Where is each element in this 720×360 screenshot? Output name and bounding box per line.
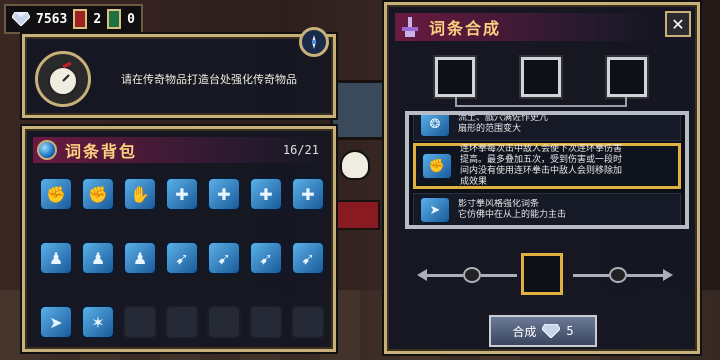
gauntlet-icon: ✋ <box>130 184 150 204</box>
affix-bag-panel: 词条背包 16/21 ✊ ✊ ✋ ✚ ✚ ✚ ✚ ♟ ♟ ♟ ➹ ➹ ➹ ➹ ➤ ✶ <box>22 126 336 352</box>
affix-bag-header: 词条背包 <box>33 137 325 163</box>
affix-slot[interactable]: ✚ <box>291 177 325 211</box>
dash-icon: ➤ <box>49 312 63 332</box>
break-icon: ✶ <box>91 312 105 332</box>
bunny-fist-icon: ✊ <box>422 153 452 179</box>
affix-slot[interactable]: ✊ <box>39 177 73 211</box>
dash-icon: ➤ <box>420 197 450 223</box>
affix-slot[interactable]: ➹ <box>165 241 199 275</box>
affix-slot[interactable]: ✚ <box>207 177 241 211</box>
affix-synthesis-panel: 词条合成 ✕ ❂ 流土、戲穴满佐作吏亢 扇形的范围变大 ✊ 连环拳每次击中敌人会… <box>384 2 700 354</box>
affix-slot[interactable]: ➹ <box>249 241 283 275</box>
synthesize-label: 合成 <box>512 324 537 339</box>
quest-panel: 请在传奇物品打造台处强化传奇物品 <box>22 27 336 118</box>
affix-slot[interactable]: ♟ <box>123 241 157 275</box>
kick-icon: ➹ <box>259 248 273 268</box>
affix-slot[interactable]: ✚ <box>249 177 283 211</box>
gem-icon <box>12 12 30 26</box>
affix-text: 连环拳每次击中敌人会使下次连环拳伤害 提高。最多叠加五次，受到伤害或一段时 间内… <box>460 144 623 187</box>
background-shelf <box>330 80 390 140</box>
affix-slot[interactable]: ♟ <box>81 241 115 275</box>
fist-plus-icon: ✚ <box>175 184 189 204</box>
affix-bag-count: 16/21 <box>282 143 319 157</box>
empty-affix-slot[interactable] <box>123 305 157 339</box>
figure-icon: ♟ <box>48 248 64 268</box>
synthesis-input-slot-1[interactable] <box>435 57 475 97</box>
resource-bar: 7563 2 0 <box>4 4 143 34</box>
figure-icon: ♟ <box>132 248 148 268</box>
kick-icon: ➹ <box>301 248 315 268</box>
affix-item[interactable]: ➤ 影寸拳风格强化词条 它仿佛中在从上的能力主击 <box>413 193 681 225</box>
background-ghost <box>340 150 370 180</box>
affix-item[interactable]: ❂ 流土、戲穴满佐作吏亢 扇形的范围变大 <box>413 113 681 141</box>
red-card-icon <box>73 9 88 29</box>
compass-icon[interactable] <box>299 27 329 57</box>
bunny-fist-icon: ✊ <box>46 184 66 204</box>
right-ornament <box>573 267 673 283</box>
green-card-icon <box>107 9 122 29</box>
synthesis-result-slot[interactable] <box>521 253 563 295</box>
bomb-icon <box>48 61 78 96</box>
gem-icon <box>542 324 561 338</box>
fist-plus-icon: ✚ <box>259 184 273 204</box>
affix-grid: ✊ ✊ ✋ ✚ ✚ ✚ ✚ ♟ ♟ ♟ ➹ ➹ ➹ ➹ ➤ ✶ <box>39 177 325 339</box>
quest-text: 请在传奇物品打造台处强化传奇物品 <box>121 73 297 86</box>
kick-icon: ➹ <box>217 248 231 268</box>
empty-affix-slot[interactable] <box>207 305 241 339</box>
kick-icon: ➹ <box>175 248 189 268</box>
affix-slot[interactable]: ➹ <box>291 241 325 275</box>
fist-plus-icon: ✚ <box>301 184 315 204</box>
empty-affix-slot[interactable] <box>291 305 325 339</box>
close-icon: ✕ <box>671 14 685 34</box>
synthesis-header: 词条合成 <box>395 13 657 41</box>
bunny-fist-icon: ✊ <box>88 184 108 204</box>
left-ornament <box>417 267 517 283</box>
synthesis-title: 词条合成 <box>429 19 502 38</box>
anvil-icon <box>402 17 418 37</box>
green-card-count: 0 <box>127 11 135 27</box>
empty-affix-slot[interactable] <box>165 305 199 339</box>
empty-affix-slot[interactable] <box>249 305 283 339</box>
affix-slot[interactable]: ➹ <box>207 241 241 275</box>
synthesize-cost: 5 <box>566 324 574 338</box>
affix-slot[interactable]: ♟ <box>39 241 73 275</box>
red-card-count: 2 <box>93 11 102 27</box>
affix-slot[interactable]: ✊ <box>81 177 115 211</box>
synthesis-input-slot-2[interactable] <box>521 57 561 97</box>
fan-icon: ❂ <box>420 115 450 137</box>
figure-icon: ♟ <box>90 248 106 268</box>
affix-slot[interactable]: ✚ <box>165 177 199 211</box>
affix-slot[interactable]: ✋ <box>123 177 157 211</box>
affix-item-selected[interactable]: ✊ 连环拳每次击中敌人会使下次连环拳伤害 提高。最多叠加五次，受到伤害或一段时 … <box>413 143 681 189</box>
close-button[interactable]: ✕ <box>665 11 691 37</box>
affix-text: 影寸拳风格强化词条 它仿佛中在从上的能力主击 <box>458 199 567 220</box>
slot-connector <box>455 97 627 107</box>
affix-list[interactable]: ❂ 流土、戲穴满佐作吏亢 扇形的范围变大 ✊ 连环拳每次击中敌人会使下次连环拳伤… <box>405 111 689 229</box>
affix-slot[interactable]: ✶ <box>81 305 115 339</box>
background-furniture <box>330 200 380 230</box>
orb-icon <box>37 140 57 160</box>
quest-icon <box>35 51 91 107</box>
affix-slot[interactable]: ➤ <box>39 305 73 339</box>
affix-text: 流土、戲穴满佐作吏亢 扇形的范围变大 <box>458 113 549 134</box>
gem-count: 7563 <box>36 11 68 27</box>
synthesis-input-slot-3[interactable] <box>607 57 647 97</box>
fist-plus-icon: ✚ <box>217 184 231 204</box>
synthesize-button[interactable]: 合成 5 <box>489 315 597 347</box>
affix-bag-title: 词条背包 <box>65 142 138 161</box>
